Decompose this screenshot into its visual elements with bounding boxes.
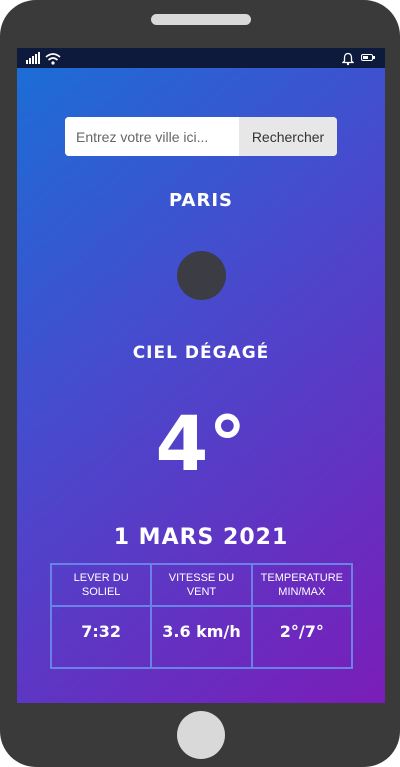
battery-icon — [361, 51, 377, 65]
app-screen: Rechercher PARIS CIEL DÉGAGÉ 4° 1 MARS 2… — [17, 48, 385, 703]
city-name: PARIS — [169, 190, 233, 211]
bell-icon — [341, 51, 355, 66]
city-search-input[interactable] — [65, 117, 239, 156]
wind-speed-value: 3.6 km/h — [150, 605, 253, 669]
temperature-value: 4° — [155, 399, 247, 488]
search-button[interactable]: Rechercher — [239, 117, 337, 156]
sunrise-value: 7:32 — [49, 605, 153, 669]
status-bar — [17, 48, 385, 68]
weather-description: CIEL DÉGAGÉ — [132, 343, 270, 363]
wifi-icon — [45, 51, 61, 65]
wind-speed-header: VITESSE DU VENT — [150, 563, 253, 607]
phone-speaker — [151, 14, 251, 25]
weather-stats-table: LEVER DU SOLIEL VITESSE DU VENT TEMPERAT… — [49, 563, 354, 669]
weather-icon — [177, 251, 226, 300]
phone-frame: Rechercher PARIS CIEL DÉGAGÉ 4° 1 MARS 2… — [0, 0, 400, 767]
stats-header-row: LEVER DU SOLIEL VITESSE DU VENT TEMPERAT… — [49, 563, 354, 607]
temp-minmax-header: TEMPERATURE MIN/MAX — [250, 563, 354, 607]
home-button[interactable] — [177, 711, 225, 759]
current-date: 1 MARS 2021 — [113, 525, 289, 550]
city-search-bar: Rechercher — [65, 117, 337, 156]
sunrise-header: LEVER DU SOLIEL — [49, 563, 153, 607]
signal-icon — [26, 51, 40, 65]
temp-minmax-value: 2°/7° — [250, 605, 354, 669]
stats-value-row: 7:32 3.6 km/h 2°/7° — [49, 605, 354, 669]
